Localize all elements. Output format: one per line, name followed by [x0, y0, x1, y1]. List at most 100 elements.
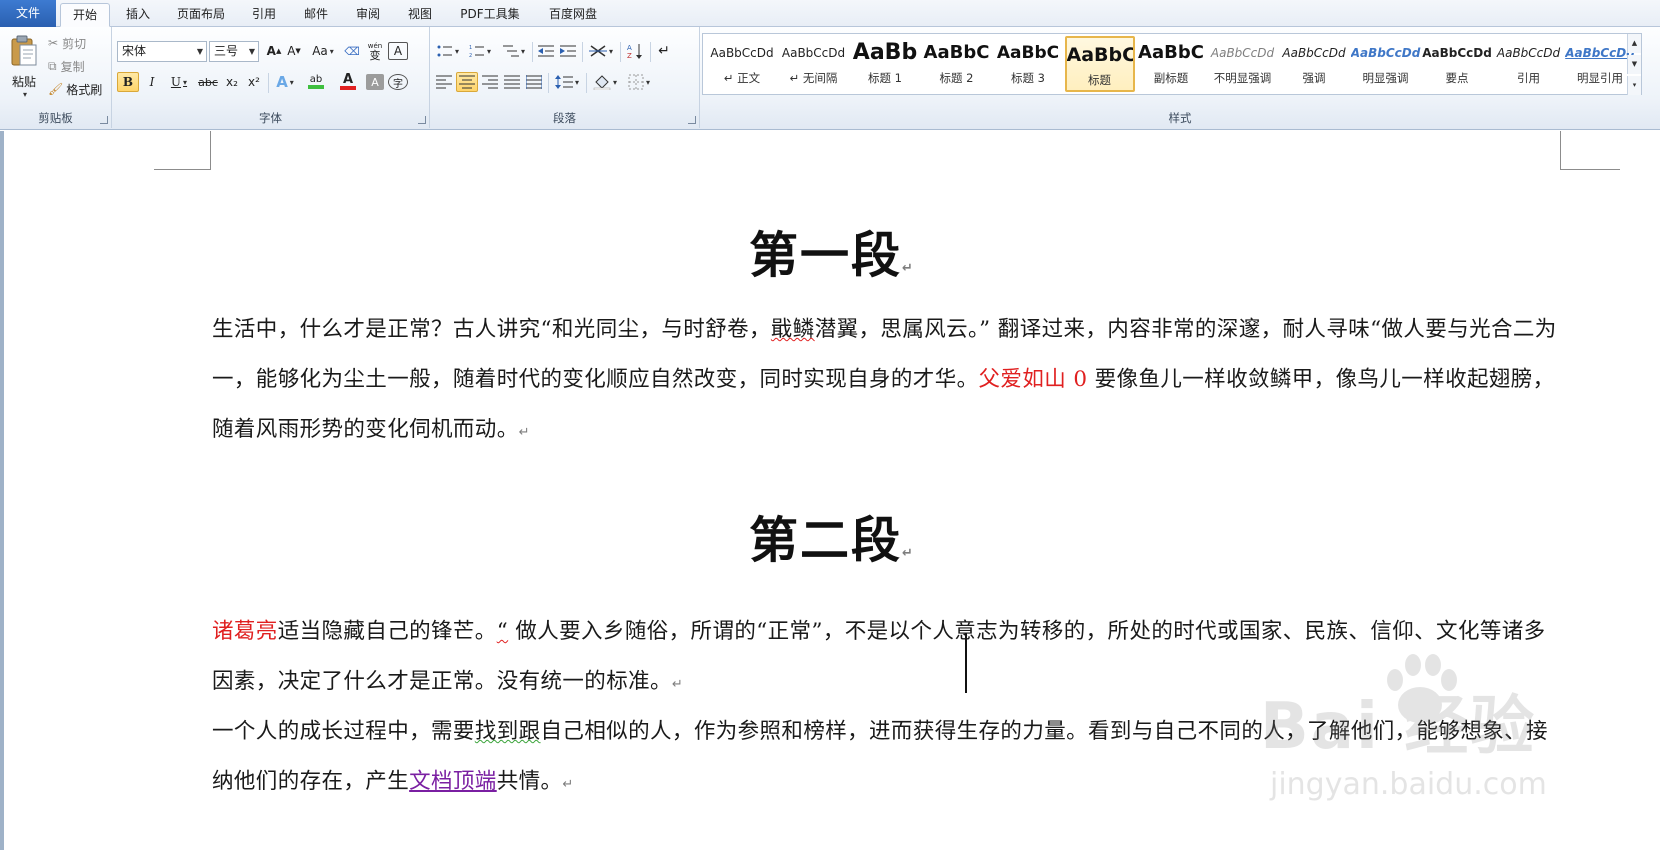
paste-button[interactable]: 粘贴 ▾ [6, 31, 42, 103]
style-name: 引用 [1517, 71, 1540, 85]
tab-mailings[interactable]: 邮件 [296, 3, 336, 27]
show-marks-button[interactable]: ↵ [654, 41, 674, 61]
style-item[interactable]: AaBbCcDd 明显引用 [1565, 36, 1635, 92]
character-border-icon: A [393, 44, 403, 58]
tab-home[interactable]: 开始 [60, 3, 110, 27]
style-item[interactable]: AaBbCcDd 强调 [1279, 36, 1349, 92]
format-painter-button[interactable]: 🖌 格式刷 [48, 79, 108, 99]
style-sample: AaBbCcDd [1422, 46, 1492, 60]
copy-button[interactable]: ⧉ 复制 [48, 56, 96, 76]
paragraph-mark: ↵ [902, 546, 915, 561]
character-shading-icon: A [371, 75, 379, 89]
distributed-button[interactable] [524, 72, 544, 92]
highlight-color-swatch [308, 85, 324, 89]
font-color-button[interactable]: A [334, 72, 362, 92]
superscript-button[interactable]: x² [244, 72, 264, 92]
font-family-combo[interactable]: 宋体 ▼ [117, 41, 207, 62]
italic-button[interactable]: I [142, 72, 162, 92]
numbering-button[interactable]: 1 2 ▾ [466, 41, 494, 61]
style-name: 副标题 [1153, 71, 1189, 85]
style-item[interactable]: AaBbCcDd 明显强调 [1351, 36, 1421, 92]
italic-icon: I [149, 75, 155, 89]
chevron-down-icon: ▾ [289, 77, 294, 87]
shrink-font-button[interactable]: A ▼ [284, 41, 304, 61]
cut-button[interactable]: ✂ 剪切 [48, 33, 96, 53]
style-name: 明显引用 [1577, 71, 1623, 85]
paragraph-shading-button[interactable]: ▾ [590, 72, 620, 92]
paragraph-mark: ↵ [562, 777, 574, 792]
strikethrough-icon: abc [198, 75, 218, 89]
paragraph-launcher-icon[interactable] [688, 116, 696, 124]
paragraph-mark: ↵ [518, 425, 530, 440]
tab-page-layout[interactable]: 页面布局 [168, 3, 234, 27]
paragraph-2[interactable]: 诸葛亮适当隐藏自己的锋芒。“ 做人要入乡随俗，所谓的“正常”，不是以个人意志为转… [212, 607, 1564, 710]
highlight-button[interactable]: ab [302, 72, 330, 92]
phonetic-guide-button[interactable]: wén 变 [364, 41, 386, 61]
spelling-error-text: 戢鳞 [770, 317, 815, 342]
gallery-scroll-up-icon[interactable]: ▲ [1627, 34, 1641, 53]
style-sample: AaBbC [1138, 42, 1204, 63]
tab-references[interactable]: 引用 [244, 3, 284, 27]
increase-indent-button[interactable] [558, 41, 578, 61]
tab-baidu-netdisk[interactable]: 百度网盘 [540, 3, 606, 27]
gallery-scroll-down-icon[interactable]: ▼ [1627, 55, 1641, 74]
align-center-button[interactable] [456, 72, 478, 92]
hyperlink-document-top[interactable]: 文档顶端 [409, 769, 497, 794]
chinese-layout-button[interactable]: ▾ [586, 41, 616, 61]
style-item[interactable]: AaBb 标题 1 [850, 36, 920, 92]
style-item[interactable]: AaBbC 标题 [1064, 36, 1135, 92]
paragraph-1[interactable]: 生活中，什么才是正常？古人讲究“和光同尘，与时舒卷，戢鳞潜翼，思属风云。” 翻译… [212, 305, 1564, 458]
grow-font-icon: A [266, 44, 276, 58]
multilevel-list-button[interactable]: ▾ [498, 41, 528, 61]
heading-first-section[interactable]: 第一段↵ [4, 216, 1660, 287]
decrease-indent-button[interactable] [536, 41, 556, 61]
style-item[interactable]: AaBbCcDd ↵ 无间隔 [779, 36, 849, 92]
paragraph-group: ▾ 1 2 ▾ ▾ ▾ AZ ↵ ▾ ▾ ▾ 段落 [430, 27, 700, 128]
paragraph-mark-icon: ↵ [658, 43, 670, 59]
bullets-button[interactable]: ▾ [434, 41, 462, 61]
tab-insert[interactable]: 插入 [118, 3, 158, 27]
sort-button[interactable]: AZ [624, 41, 646, 61]
character-border-button[interactable]: A [388, 42, 408, 60]
font-launcher-icon[interactable] [418, 116, 426, 124]
style-item[interactable]: AaBbCcDd 要点 [1422, 36, 1492, 92]
heading-second-section[interactable]: 第二段↵ [4, 501, 1660, 572]
document-page[interactable]: 第一段↵ 生活中，什么才是正常？古人讲究“和光同尘，与时舒卷，戢鳞潜翼，思属风云… [4, 131, 1660, 850]
style-sample: AaBbCcDd [781, 46, 846, 60]
line-spacing-button[interactable]: ▾ [552, 72, 582, 92]
clipboard-launcher-icon[interactable] [100, 116, 108, 124]
paragraph-3[interactable]: 一个人的成长过程中，需要找到跟自己相似的人，作为参照和榜样，进而获得生存的力量。… [212, 707, 1564, 810]
style-sample: AaBbC [1066, 44, 1133, 66]
subscript-button[interactable]: x₂ [222, 72, 242, 92]
align-right-button[interactable] [480, 72, 500, 92]
style-item[interactable]: AaBbC 副标题 [1136, 36, 1206, 92]
underline-button[interactable]: U ▾ [164, 72, 194, 92]
borders-button[interactable]: ▾ [624, 72, 654, 92]
strikethrough-button[interactable]: abc [196, 72, 220, 92]
character-shading-button[interactable]: A [366, 74, 384, 90]
grow-font-button[interactable]: A ▲ [264, 41, 284, 61]
chevron-down-icon: ▾ [645, 77, 650, 87]
tab-pdf-tools[interactable]: PDF工具集 [450, 3, 530, 27]
enclose-characters-button[interactable]: 字 [388, 74, 408, 90]
clear-format-button[interactable]: ⌫ [342, 41, 362, 61]
borders-icon [628, 74, 644, 90]
tab-view[interactable]: 视图 [400, 3, 440, 27]
style-item[interactable]: AaBbCcDd 不明显强调 [1208, 36, 1278, 92]
style-item[interactable]: AaBbC 标题 2 [922, 36, 992, 92]
change-case-button[interactable]: Aa ▾ [308, 41, 338, 61]
text-effects-button[interactable]: A ▾ [272, 72, 298, 92]
spelling-error-text: “ [496, 619, 509, 644]
justify-button[interactable] [502, 72, 522, 92]
bold-button[interactable]: B [117, 72, 139, 92]
style-item[interactable]: AaBbC 标题 3 [993, 36, 1063, 92]
gallery-more-icon[interactable]: ▾ [1627, 76, 1641, 95]
style-item[interactable]: AaBbCcDd ↵ 正文 [707, 36, 777, 92]
tab-review[interactable]: 审阅 [348, 3, 388, 27]
style-item[interactable]: AaBbCcDd 引用 [1494, 36, 1564, 92]
multilevel-list-icon [502, 45, 519, 57]
distributed-icon [526, 75, 542, 89]
font-size-combo[interactable]: 三号 ▼ [209, 41, 259, 62]
tab-file[interactable]: 文件 [0, 0, 56, 27]
align-left-button[interactable] [434, 72, 454, 92]
